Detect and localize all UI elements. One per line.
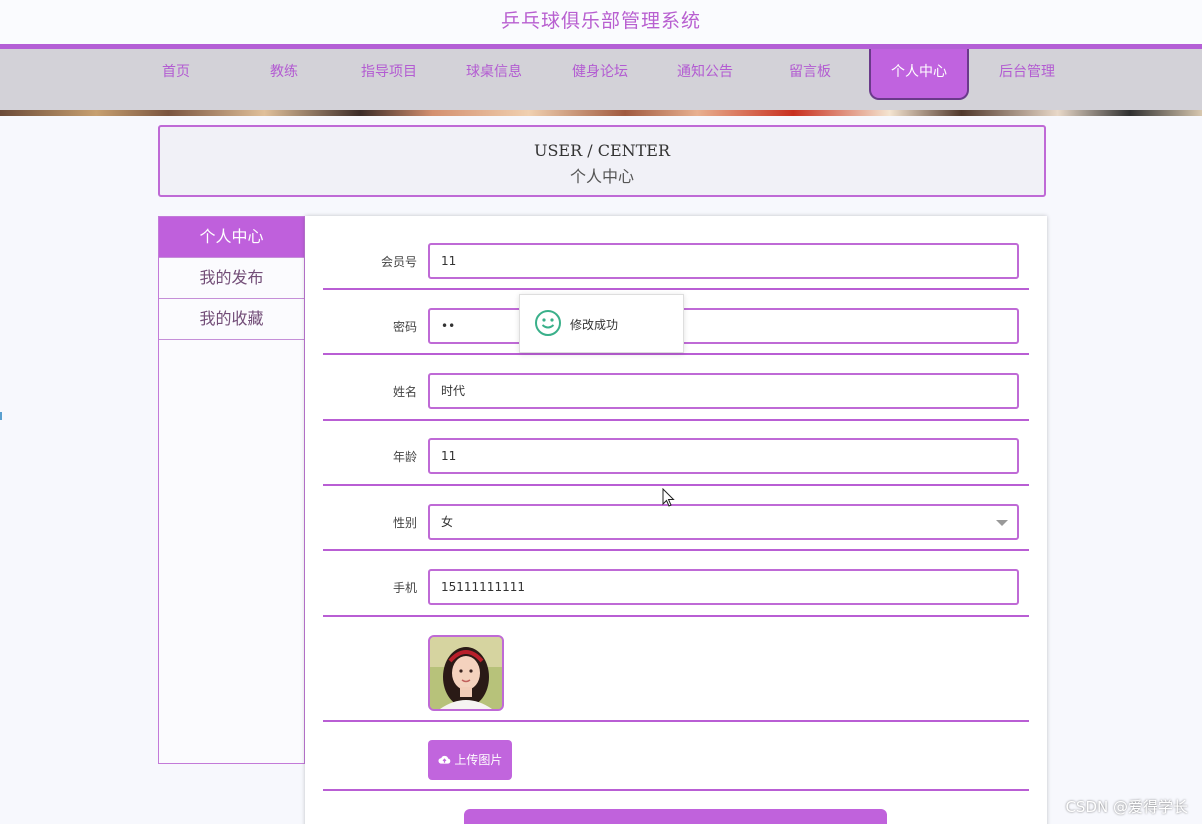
gender-select-value: 女 <box>441 515 454 529</box>
upload-image-label: 上传图片 <box>454 753 503 767</box>
success-toast: 修改成功 <box>519 294 684 353</box>
gender-label: 性别 <box>392 516 417 530</box>
form-row-age: 年龄 11 <box>323 438 1029 486</box>
password-input[interactable]: •• <box>428 308 1019 344</box>
form-row-gender: 性别 女 <box>323 504 1029 551</box>
banner-image-strip <box>0 110 1202 116</box>
phone-input[interactable]: 15111111111 <box>428 569 1019 605</box>
age-label: 年龄 <box>392 450 417 464</box>
page-title-cn: 个人中心 <box>569 167 634 186</box>
sidebar-item-my-posts[interactable]: 我的发布 <box>159 258 304 299</box>
nav-item-notice[interactable]: 通知公告 <box>655 49 755 98</box>
sidebar: 个人中心 我的发布 我的收藏 <box>158 216 305 764</box>
toast-message: 修改成功 <box>570 318 619 332</box>
watermark: CSDN @爱得学长 <box>1065 798 1188 816</box>
page-header-box: USER / CENTER 个人中心 <box>158 125 1046 197</box>
submit-button[interactable] <box>464 809 887 824</box>
sidebar-item-my-favorites[interactable]: 我的收藏 <box>159 299 304 340</box>
form-row-name: 姓名 时代 <box>323 373 1029 421</box>
site-title: 乒乓球俱乐部管理系统 <box>500 10 701 32</box>
nav-item-tables[interactable]: 球桌信息 <box>444 49 544 98</box>
nav-item-messages[interactable]: 留言板 <box>760 49 860 98</box>
avatar-image[interactable] <box>428 635 504 711</box>
nav-item-coach[interactable]: 教练 <box>234 49 334 98</box>
member-no-label: 会员号 <box>380 255 417 269</box>
smile-icon <box>535 310 561 336</box>
form-row-phone: 手机 15111111111 <box>323 569 1029 617</box>
name-label: 姓名 <box>392 385 417 399</box>
form-row-avatar <box>323 635 1029 722</box>
nav-item-guidance[interactable]: 指导项目 <box>339 49 439 98</box>
nav-item-home[interactable]: 首页 <box>126 49 226 98</box>
cloud-upload-icon <box>438 755 450 764</box>
upload-image-button[interactable]: 上传图片 <box>428 740 512 780</box>
nav-item-user-center[interactable]: 个人中心 <box>869 49 969 100</box>
page-title-en: USER / CENTER <box>533 141 671 160</box>
form-row-member-no: 会员号 11 <box>323 243 1029 290</box>
main-nav: 首页 教练 指导项目 球桌信息 健身论坛 通知公告 留言板 个人中心 后台管理 <box>0 49 1202 110</box>
chevron-down-icon <box>996 520 1008 526</box>
sidebar-item-user-center[interactable]: 个人中心 <box>159 217 304 258</box>
phone-label: 手机 <box>392 581 417 595</box>
avatar-portrait-icon <box>430 637 502 709</box>
mouse-cursor-icon <box>662 488 675 507</box>
password-label: 密码 <box>392 320 417 334</box>
nav-item-admin[interactable]: 后台管理 <box>977 49 1077 98</box>
edge-marker <box>0 412 2 420</box>
site-header: 乒乓球俱乐部管理系统 <box>0 0 1202 44</box>
gender-select[interactable]: 女 <box>428 504 1019 540</box>
nav-item-forum[interactable]: 健身论坛 <box>550 49 650 98</box>
name-input[interactable]: 时代 <box>428 373 1019 409</box>
form-row-upload: 上传图片 <box>323 740 1029 791</box>
age-input[interactable]: 11 <box>428 438 1019 474</box>
member-no-input[interactable]: 11 <box>428 243 1019 279</box>
